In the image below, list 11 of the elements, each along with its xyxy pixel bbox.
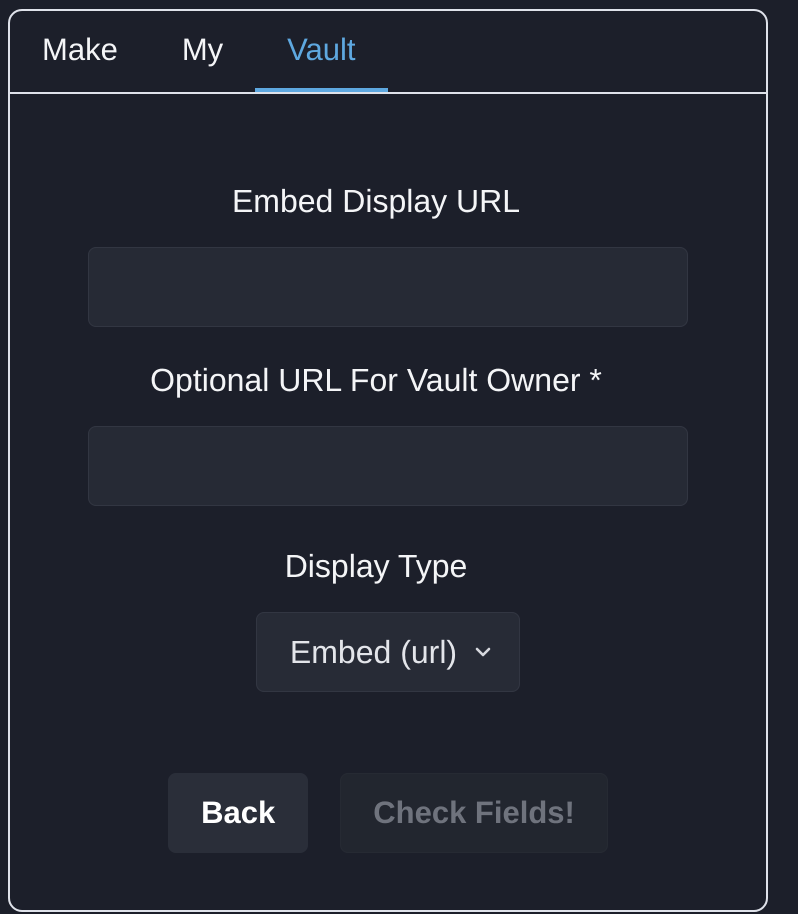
field-label: Display Type <box>284 549 468 583</box>
chevron-down-icon <box>475 647 492 657</box>
input-field[interactable] <box>88 426 688 506</box>
tab[interactable]: Vault <box>255 11 388 92</box>
tab[interactable]: Make <box>10 11 150 92</box>
back-button[interactable]: Back <box>168 773 308 853</box>
tab[interactable]: My <box>150 11 256 92</box>
field-label: Embed Display URL <box>232 184 520 218</box>
field-label: Optional URL For Vault Owner * <box>150 363 602 397</box>
display-type-select[interactable]: Embed (url) <box>256 612 520 692</box>
input-field[interactable] <box>88 247 688 327</box>
